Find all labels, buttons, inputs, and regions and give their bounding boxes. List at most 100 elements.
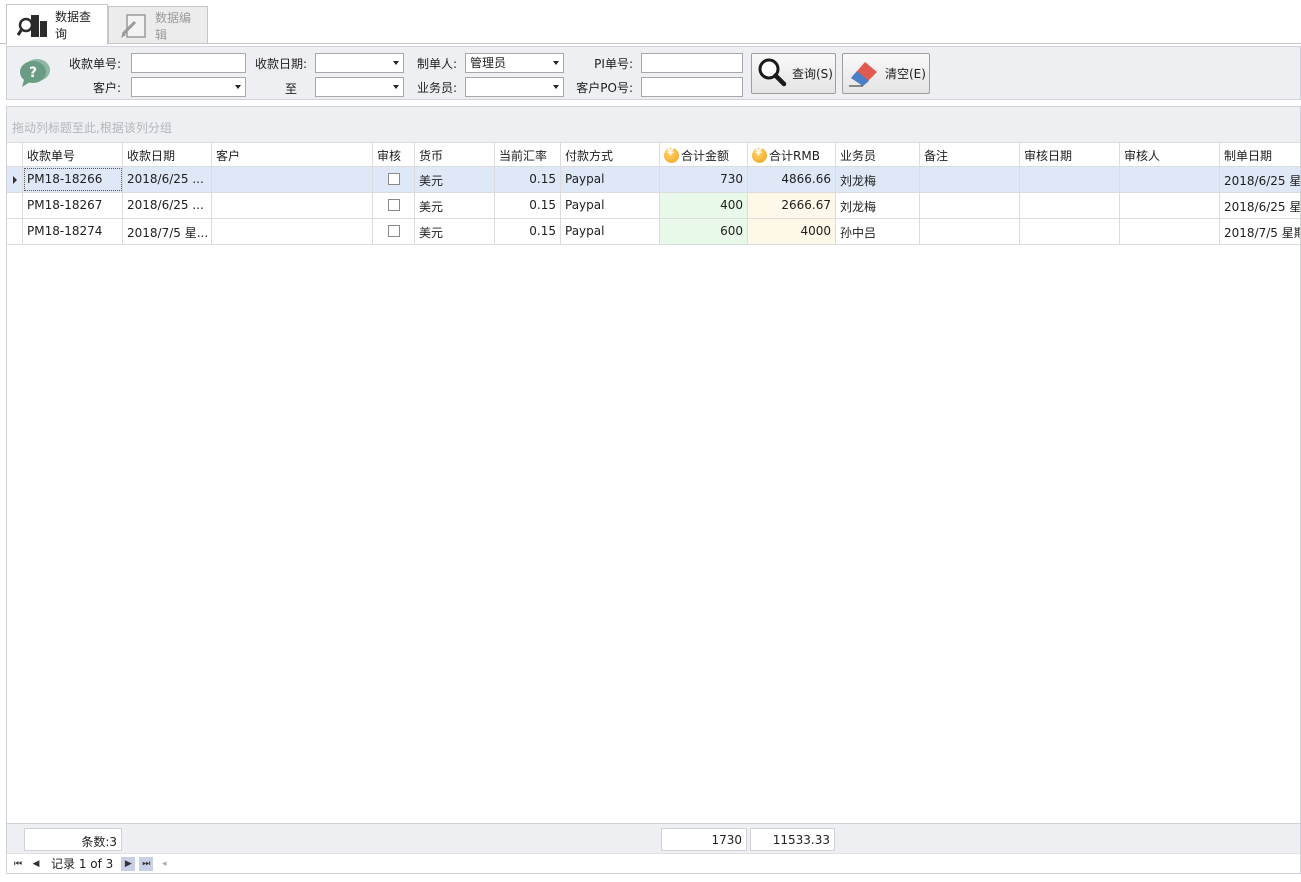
column-header-audited[interactable]: 审核	[373, 143, 415, 167]
eraser-icon	[847, 56, 881, 91]
receipt-date-to[interactable]	[315, 77, 404, 97]
cell-amount[interactable]: 600	[660, 219, 748, 244]
customer-select[interactable]	[131, 77, 246, 97]
audited-checkbox[interactable]	[388, 225, 400, 237]
cell-salesman[interactable]: 刘龙梅	[836, 167, 920, 192]
grid-footer: 条数:3 1730 11533.33	[7, 823, 1300, 853]
cell-auditor[interactable]	[1120, 219, 1220, 244]
cell-auditor[interactable]	[1120, 167, 1220, 192]
grid-header: 收款单号 收款日期 客户 审核 货币 当前汇率 付款方式 合计金额 合计RMB …	[7, 142, 1300, 167]
last-record-icon[interactable]: ⏭	[139, 856, 154, 871]
prev-record-icon[interactable]: ◀	[29, 857, 43, 871]
row-indicator	[7, 219, 23, 244]
cell-salesman[interactable]: 刘龙梅	[836, 193, 920, 218]
column-header-created-date[interactable]: 制单日期	[1220, 143, 1300, 167]
cell-currency[interactable]: 美元	[415, 219, 495, 244]
cell-receipt-date[interactable]: 2018/6/25 ...	[123, 193, 212, 218]
tab-data-query-label: 数据查询	[55, 10, 92, 41]
cell-payment[interactable]: Paypal	[561, 219, 660, 244]
cell-payment[interactable]: Paypal	[561, 193, 660, 218]
cell-rmb[interactable]: 4000	[748, 219, 836, 244]
column-header-receipt-no[interactable]: 收款单号	[23, 143, 123, 167]
creator-select-value: 管理员	[470, 56, 507, 70]
cell-rate[interactable]: 0.15	[495, 193, 561, 218]
table-row[interactable]: PM18-18266 2018/6/25 ... 美元 0.15 Paypal …	[7, 167, 1300, 193]
filter-panel: ? 收款单号: 客户: 收款日期: 至 制单人: 管理员 业务员: PI单号: …	[6, 46, 1301, 100]
magnifier-icon	[756, 56, 788, 91]
pi-no-input[interactable]	[641, 53, 743, 73]
table-row[interactable]: PM18-18274 2018/7/5 星... 美元 0.15 Paypal …	[7, 219, 1300, 245]
footer-count: 条数:3	[24, 828, 122, 851]
record-position: 记录 1 of 3	[51, 857, 114, 871]
column-header-customer[interactable]: 客户	[212, 143, 373, 167]
cell-amount[interactable]: 400	[660, 193, 748, 218]
cell-auditor[interactable]	[1120, 193, 1220, 218]
cell-rmb[interactable]: 4866.66	[748, 167, 836, 192]
column-header-payment[interactable]: 付款方式	[561, 143, 660, 167]
cell-audited[interactable]	[373, 219, 415, 244]
pi-no-label: PI单号:	[594, 57, 633, 71]
cell-customer[interactable]	[212, 193, 373, 218]
cell-receipt-date[interactable]: 2018/6/25 ...	[123, 167, 212, 192]
cell-created-date[interactable]: 2018/7/5 星期	[1220, 219, 1300, 244]
coin-icon	[752, 147, 767, 163]
cell-audited[interactable]	[373, 167, 415, 192]
receipt-no-input[interactable]	[131, 53, 246, 73]
cell-receipt-date[interactable]: 2018/7/5 星...	[123, 219, 212, 244]
cell-audit-date[interactable]	[1020, 219, 1120, 244]
column-header-remark[interactable]: 备注	[920, 143, 1020, 167]
grid-body: PM18-18266 2018/6/25 ... 美元 0.15 Paypal …	[7, 167, 1300, 245]
cell-receipt-no[interactable]: PM18-18267	[23, 193, 123, 218]
cell-rmb[interactable]: 2666.67	[748, 193, 836, 218]
group-panel[interactable]: 拖动列标题至此,根据该列分组	[7, 107, 1300, 142]
cell-remark[interactable]	[920, 193, 1020, 218]
receipt-no-label: 收款单号:	[68, 57, 121, 71]
cell-amount[interactable]: 730	[660, 167, 748, 192]
cell-remark[interactable]	[920, 167, 1020, 192]
column-header-amount[interactable]: 合计金额	[660, 143, 748, 167]
cell-payment[interactable]: Paypal	[561, 167, 660, 192]
cell-rate[interactable]: 0.15	[495, 219, 561, 244]
clear-button[interactable]: 清空(E)	[842, 53, 930, 94]
table-row[interactable]: PM18-18267 2018/6/25 ... 美元 0.15 Paypal …	[7, 193, 1300, 219]
cell-currency[interactable]: 美元	[415, 167, 495, 192]
header-indicator	[7, 143, 23, 167]
cell-audit-date[interactable]	[1020, 193, 1120, 218]
cell-audited[interactable]	[373, 193, 415, 218]
first-record-icon[interactable]: ⏮	[11, 857, 25, 871]
column-header-rmb[interactable]: 合计RMB	[748, 143, 836, 167]
column-header-audit-date[interactable]: 审核日期	[1020, 143, 1120, 167]
salesman-select[interactable]	[465, 77, 564, 97]
next-record-icon[interactable]: ▶	[121, 856, 136, 871]
cell-remark[interactable]	[920, 219, 1020, 244]
help-icon[interactable]: ?	[18, 56, 52, 91]
cell-created-date[interactable]: 2018/6/25 星期	[1220, 193, 1300, 218]
cell-audit-date[interactable]	[1020, 167, 1120, 192]
edit-doc-icon	[119, 12, 149, 40]
cell-receipt-no[interactable]: PM18-18274	[23, 219, 123, 244]
column-header-auditor[interactable]: 审核人	[1120, 143, 1220, 167]
column-header-salesman[interactable]: 业务员	[836, 143, 920, 167]
tab-data-query[interactable]: 数据查询	[6, 4, 108, 45]
audited-checkbox[interactable]	[388, 199, 400, 211]
cell-salesman[interactable]: 孙中吕	[836, 219, 920, 244]
cell-created-date[interactable]: 2018/6/25 星期	[1220, 167, 1300, 192]
query-button[interactable]: 查询(S)	[751, 53, 836, 94]
column-header-rate[interactable]: 当前汇率	[495, 143, 561, 167]
record-navigator: ⏮ ◀ 记录 1 of 3 ▶ ⏭ ◂	[7, 853, 1300, 873]
current-row-arrow-icon	[13, 176, 17, 184]
cell-customer[interactable]	[212, 219, 373, 244]
column-header-receipt-date[interactable]: 收款日期	[123, 143, 212, 167]
customer-po-input[interactable]	[641, 77, 743, 97]
chevron-down-icon	[235, 85, 241, 89]
cell-receipt-no[interactable]: PM18-18266	[23, 167, 123, 192]
cell-customer[interactable]	[212, 167, 373, 192]
tab-data-edit[interactable]: 数据编辑	[108, 6, 208, 44]
column-header-currency[interactable]: 货币	[415, 143, 495, 167]
scroll-left-icon[interactable]: ◂	[157, 857, 171, 871]
cell-rate[interactable]: 0.15	[495, 167, 561, 192]
receipt-date-from[interactable]	[315, 53, 404, 73]
audited-checkbox[interactable]	[388, 173, 400, 185]
creator-select[interactable]: 管理员	[465, 53, 564, 73]
cell-currency[interactable]: 美元	[415, 193, 495, 218]
